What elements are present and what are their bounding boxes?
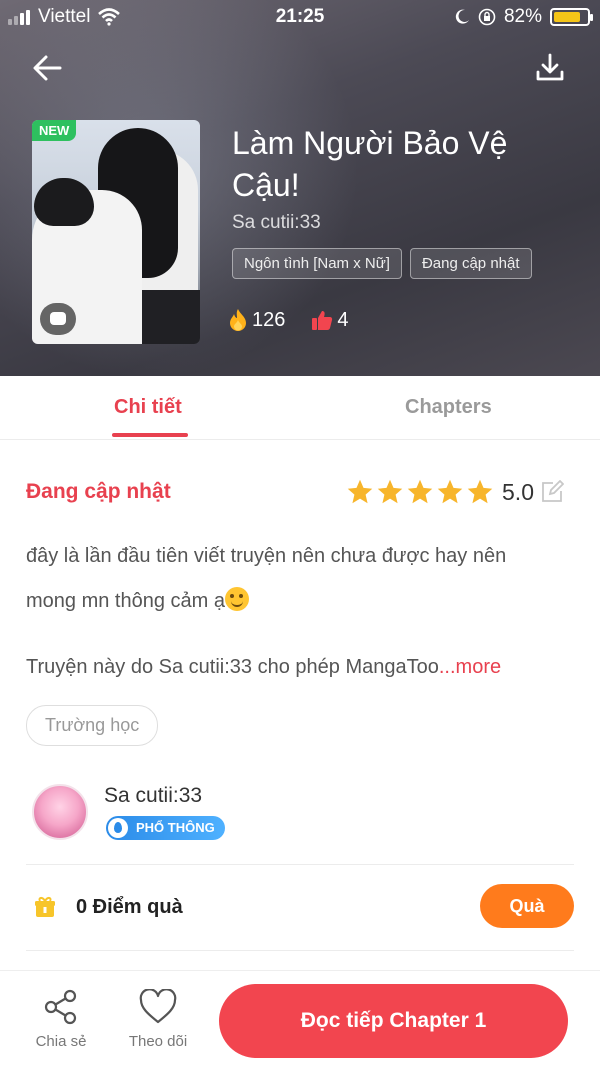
gift-button[interactable]: Quà [480,884,574,928]
copyright-notice: Truyện này do Sa cutii:33 cho phép Manga… [26,656,576,679]
author-name[interactable]: Sa cutii:33 [104,784,202,808]
level-badge: PHỔ THÔNG [106,816,225,840]
story-description: đây là lần đầu tiên viết truyện nên chưa… [26,534,576,624]
comment-icon[interactable] [40,303,76,335]
follow-button[interactable]: Theo dõi [123,989,193,1050]
bottom-action-bar: Chia sẻ Theo dõi Đọc tiếp Chapter 1 [0,970,600,1067]
star-icon [437,479,463,504]
description-line: mong mn thông cảm ạ [26,579,576,624]
share-icon [44,989,77,1025]
tag-genre[interactable]: Ngôn tình [Nam x Nữ] [232,248,402,279]
follow-label: Theo dõi [128,1033,188,1050]
smile-emoji-icon [225,587,249,611]
share-button[interactable]: Chia sẻ [26,989,96,1050]
new-badge: NEW [32,120,77,141]
continue-reading-button[interactable]: Đọc tiếp Chapter 1 [219,984,568,1058]
fire-stat: 126 [228,308,285,332]
description-text: mong mn thông cảm ạ [26,590,225,612]
level-label: PHỔ THÔNG [136,820,215,835]
story-stats: 126 4 [228,308,349,332]
avatar[interactable] [32,784,88,840]
heart-icon [139,989,177,1024]
share-label: Chia sẻ [35,1033,87,1050]
tag-list: Ngôn tình [Nam x Nữ] Đang cập nhật [232,248,532,279]
divider [26,864,574,865]
tab-bar: Chi tiết Chapters [0,376,600,440]
back-arrow-icon[interactable] [30,50,66,86]
edit-rating-icon[interactable] [540,480,564,504]
copyright-text: Truyện này do Sa cutii:33 cho phép Manga… [26,656,439,678]
gift-icon [35,897,55,917]
story-header: Viettel 21:25 82% NEW Làm Người Bảo Vệ C… [0,0,600,376]
more-link[interactable]: ...more [439,656,501,678]
tag-status[interactable]: Đang cập nhật [409,248,532,279]
star-icon [407,479,433,504]
fire-count: 126 [252,308,286,331]
rating-value: 5.0 [502,478,534,505]
star-icon [347,479,373,504]
star-icon [467,479,493,504]
moon-icon [455,9,469,24]
water-drop-icon [108,818,128,838]
update-status: Đang cập nhật [26,480,171,503]
gift-points-row: 0 Điểm quà Quà [32,884,574,936]
divider [26,950,574,951]
status-icons: 82% [454,6,593,28]
download-icon[interactable] [534,52,566,84]
battery-percent: 82% [503,6,542,27]
gift-points: 0 Điểm quà [76,896,183,918]
star-icon [377,479,403,504]
thumbs-up-icon [312,311,333,330]
genre-chip[interactable]: Trường học [26,705,159,746]
active-tab-indicator [112,433,188,437]
tab-details[interactable]: Chi tiết [114,396,182,419]
status-bar: Viettel 21:25 82% [0,0,600,34]
story-author[interactable]: Sa cutii:33 [232,212,321,234]
fire-icon [230,309,246,331]
like-stat: 4 [311,308,349,332]
rating[interactable]: 5.0 [346,478,564,506]
like-count: 4 [337,308,349,331]
tab-chapters[interactable]: Chapters [405,396,492,419]
orientation-lock-icon [478,8,496,26]
battery-icon [550,8,593,26]
story-title: Làm Người Bảo Vệ Cậu! [232,125,508,203]
description-line: đây là lần đầu tiên viết truyện nên chưa… [26,545,507,567]
